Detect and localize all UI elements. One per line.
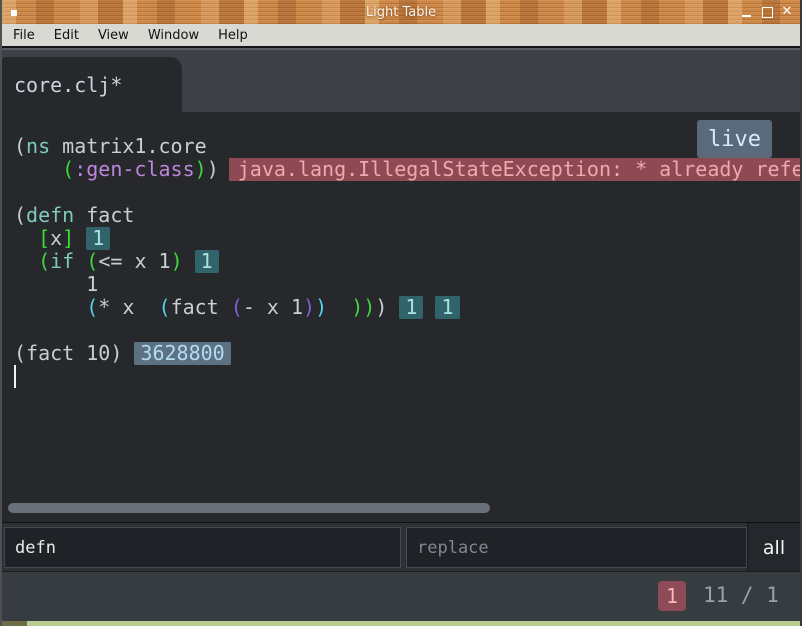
- tab-core-clj[interactable]: core.clj*: [2, 57, 182, 112]
- code-token: if: [50, 250, 75, 273]
- code-token: (: [14, 135, 27, 158]
- code-line[interactable]: (:gen-class)) java.lang.IllegalStateExcep…: [2, 158, 800, 181]
- eval-result-badge[interactable]: 1: [435, 296, 460, 319]
- code-token: ): [206, 158, 219, 181]
- window-title: Light Table: [365, 4, 437, 20]
- menu-bar: File Edit View Window Help: [2, 24, 800, 47]
- minimize-icon[interactable]: [741, 6, 753, 18]
- code-line[interactable]: (fact 10) 3628800: [2, 342, 800, 365]
- code-token: defn: [26, 204, 75, 227]
- menu-help[interactable]: Help: [218, 28, 248, 43]
- code-line[interactable]: (ns matrix1.core: [2, 135, 800, 158]
- replace-input[interactable]: [406, 527, 747, 568]
- light-table-window: Light Table ✕ File Edit View Window Help…: [0, 0, 802, 626]
- code-line[interactable]: (* x (fact (- x 1)) ))) 11: [2, 296, 800, 319]
- title-bar[interactable]: Light Table ✕: [2, 0, 800, 24]
- search-input[interactable]: [4, 527, 401, 568]
- code-line[interactable]: [x] 1: [2, 227, 800, 250]
- code-token: matrix1.core: [50, 135, 207, 158]
- live-mode-button[interactable]: live: [697, 120, 772, 158]
- tab-label: core.clj*: [14, 72, 123, 97]
- code-token: fact: [74, 204, 135, 227]
- match-count-text: 11 / 1: [703, 583, 779, 607]
- status-bar: 1 11 / 1: [2, 571, 800, 621]
- code-token: ]: [62, 227, 75, 250]
- maximize-icon[interactable]: [761, 6, 773, 18]
- menu-view[interactable]: View: [98, 28, 129, 43]
- close-icon[interactable]: ✕: [781, 5, 793, 18]
- code-token: ): [315, 296, 328, 319]
- text-cursor: [14, 365, 16, 388]
- replace-all-button[interactable]: all: [747, 523, 800, 572]
- eval-result-badge[interactable]: 1: [399, 296, 424, 319]
- exception-banner[interactable]: java.lang.IllegalStateException: * alrea…: [228, 158, 800, 181]
- code-token: (: [14, 204, 27, 227]
- code-token: )): [351, 296, 376, 319]
- window-bottom-border: [2, 621, 800, 626]
- code-token: - x 1: [242, 296, 304, 319]
- code-token: <= x 1: [98, 250, 171, 273]
- code-token: (: [230, 296, 243, 319]
- code-token: (: [86, 296, 99, 319]
- code-area: (ns matrix1.core (:gen-class)) java.lang.…: [2, 135, 800, 388]
- code-token: [: [38, 227, 51, 250]
- eval-result-badge[interactable]: 3628800: [134, 342, 231, 365]
- window-controls: ✕: [741, 0, 793, 24]
- code-token: (: [86, 250, 99, 273]
- code-token: :gen-class: [74, 158, 195, 181]
- code-token: (: [158, 296, 171, 319]
- code-line[interactable]: [2, 181, 800, 204]
- code-editor[interactable]: (ns matrix1.core (:gen-class)) java.lang.…: [2, 112, 800, 522]
- code-token: x: [50, 227, 63, 250]
- code-token: * x: [98, 296, 159, 319]
- code-line[interactable]: [2, 365, 800, 388]
- code-token: ): [303, 296, 316, 319]
- window-corner-handle[interactable]: [2, 621, 27, 626]
- code-line[interactable]: (if (<= x 1) 1: [2, 250, 800, 273]
- app-icon: [11, 10, 17, 16]
- code-line[interactable]: [2, 319, 800, 342]
- current-match-badge: 1: [658, 581, 686, 611]
- menu-file[interactable]: File: [13, 28, 35, 43]
- menu-window[interactable]: Window: [148, 28, 199, 43]
- code-token: (fact 10): [14, 342, 135, 365]
- menu-edit[interactable]: Edit: [54, 28, 79, 43]
- code-token: ): [375, 296, 388, 319]
- eval-result-badge[interactable]: 1: [194, 250, 219, 273]
- code-token: ): [194, 158, 207, 181]
- code-token: (: [62, 158, 75, 181]
- code-line[interactable]: 1: [2, 273, 800, 296]
- code-line[interactable]: (defn fact: [2, 204, 800, 227]
- code-token: 1: [14, 273, 99, 296]
- eval-result-badge[interactable]: 1: [86, 227, 111, 250]
- code-token: (: [38, 250, 51, 273]
- find-replace-bar: all: [2, 522, 800, 572]
- tab-strip: core.clj*: [2, 47, 800, 112]
- code-token: ns: [26, 135, 51, 158]
- horizontal-scrollbar[interactable]: [8, 503, 490, 513]
- code-token: fact: [170, 296, 231, 319]
- code-token: ): [170, 250, 183, 273]
